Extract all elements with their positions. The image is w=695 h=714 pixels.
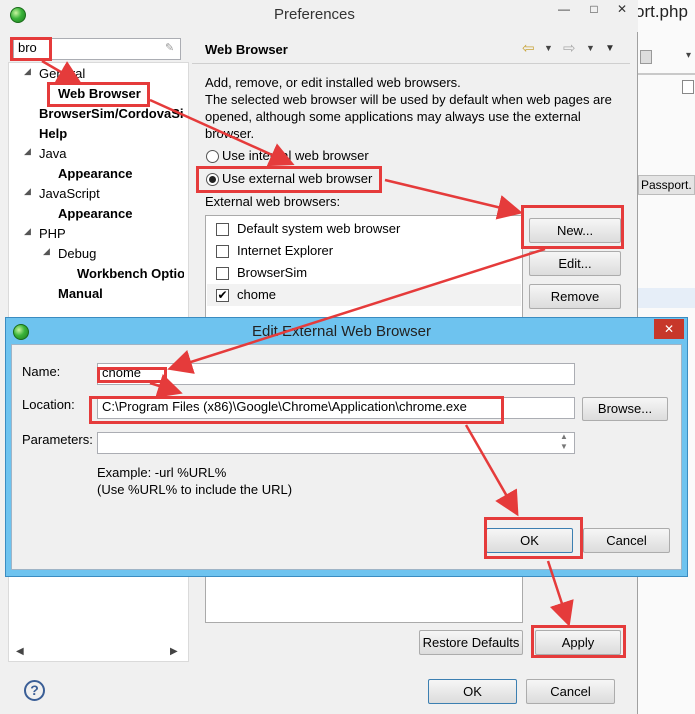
arrow-filter-to-web-browser	[41, 59, 83, 85]
arrow-location-to-ok	[464, 424, 519, 517]
arrow-ok-to-apply	[546, 560, 574, 627]
arrow-radio-to-new	[384, 178, 523, 220]
annotation-arrows	[41, 59, 574, 627]
arrow-web-browser-to-radio	[149, 98, 295, 167]
arrow-name-to-location	[149, 373, 183, 398]
arrow-new-to-name	[167, 247, 546, 374]
